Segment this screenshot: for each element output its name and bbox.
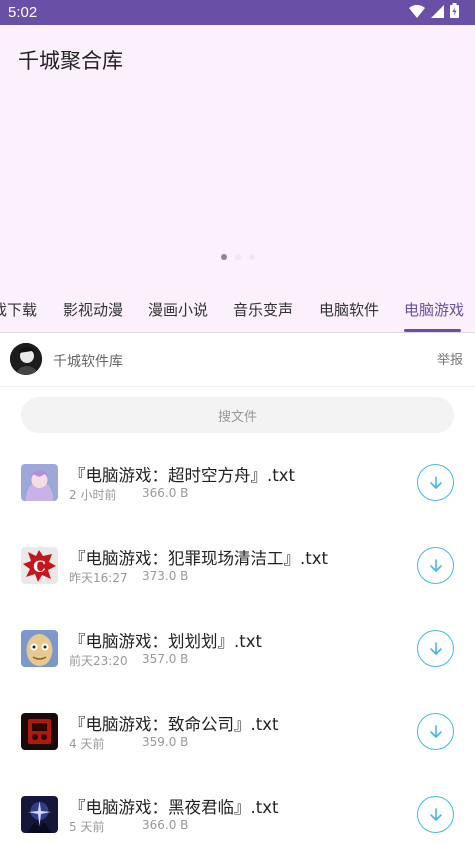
file-time: 2 小时前 [69, 488, 117, 502]
list-item[interactable]: 『电脑游戏：超时空方舟』.txt 2 小时前 366.0 B [0, 440, 475, 523]
pager-dot [248, 254, 255, 260]
file-time: 5 天前 [69, 820, 105, 834]
file-time: 4 天前 [69, 737, 105, 751]
banner[interactable]: 千城聚合库 [0, 25, 475, 286]
active-tab-indicator [404, 329, 461, 332]
download-icon [429, 724, 442, 738]
download-button[interactable] [417, 713, 454, 750]
file-time: 昨天16:27 [69, 571, 128, 585]
list-item[interactable]: 『电脑游戏：划划划』.txt 前天23:20 357.0 B [0, 606, 475, 689]
bald-face-game-icon [21, 630, 58, 667]
anime-girl-game-icon [21, 464, 58, 501]
avatar[interactable] [10, 343, 42, 375]
file-name: 『电脑游戏：犯罪现场清洁工』.txt [69, 549, 328, 568]
file-name: 『电脑游戏：划划划』.txt [69, 632, 262, 651]
file-time: 前天23:20 [69, 654, 128, 668]
download-icon [429, 807, 442, 821]
download-button[interactable] [417, 464, 454, 501]
tab-comic-novel[interactable]: 漫画小说 [148, 299, 208, 320]
status-time: 5:02 [8, 4, 38, 21]
download-button[interactable] [417, 630, 454, 667]
file-size: 359.0 B [142, 735, 189, 749]
file-size: 357.0 B [142, 652, 189, 666]
tab-music-voice[interactable]: 音乐变声 [233, 299, 293, 320]
file-name: 『电脑游戏：致命公司』.txt [69, 715, 279, 734]
tab-game-download[interactable]: 游戏下载 [0, 299, 37, 320]
lethal-company-game-icon [21, 713, 58, 750]
download-icon [429, 558, 442, 572]
page-title: 千城聚合库 [18, 49, 123, 73]
list-item[interactable]: 『电脑游戏：黑夜君临』.txt 5 天前 366.0 B [0, 772, 475, 844]
list-item[interactable]: 『电脑游戏：致命公司』.txt 4 天前 359.0 B [0, 689, 475, 772]
tab-pc-software[interactable]: 电脑软件 [319, 299, 379, 320]
owner-name[interactable]: 千城软件库 [53, 351, 123, 371]
list-item[interactable]: C 『电脑游戏：犯罪现场清洁工』.txt 昨天16:27 373.0 B [0, 523, 475, 606]
nightreign-game-icon [21, 796, 58, 833]
file-size: 366.0 B [142, 486, 189, 500]
owner-row: 千城软件库 举报 [0, 333, 475, 387]
pager-dot [220, 254, 227, 260]
signal-icon [431, 3, 444, 22]
wifi-icon [409, 3, 425, 22]
battery-icon [450, 3, 459, 22]
status-icons [409, 3, 459, 22]
download-button[interactable] [417, 796, 454, 833]
status-bar: 5:02 [0, 0, 475, 25]
crime-scene-cleaner-game-icon: C [21, 547, 58, 584]
category-tabs: 游戏下载 影视动漫 漫画小说 音乐变声 电脑软件 电脑游戏 [0, 286, 475, 333]
file-size: 373.0 B [142, 569, 189, 583]
tab-pc-games[interactable]: 电脑游戏 [404, 299, 464, 320]
svg-text:C: C [33, 557, 46, 576]
pager-dot [234, 254, 241, 260]
download-button[interactable] [417, 547, 454, 584]
report-button[interactable]: 举报 [437, 349, 463, 368]
file-name: 『电脑游戏：黑夜君临』.txt [69, 798, 279, 817]
tab-film-anime[interactable]: 影视动漫 [63, 299, 123, 320]
download-icon [429, 641, 442, 655]
file-name: 『电脑游戏：超时空方舟』.txt [69, 466, 295, 485]
banner-pager [0, 254, 475, 260]
download-icon [429, 475, 442, 489]
file-size: 366.0 B [142, 818, 189, 832]
search-input[interactable]: 搜文件 [21, 397, 454, 433]
